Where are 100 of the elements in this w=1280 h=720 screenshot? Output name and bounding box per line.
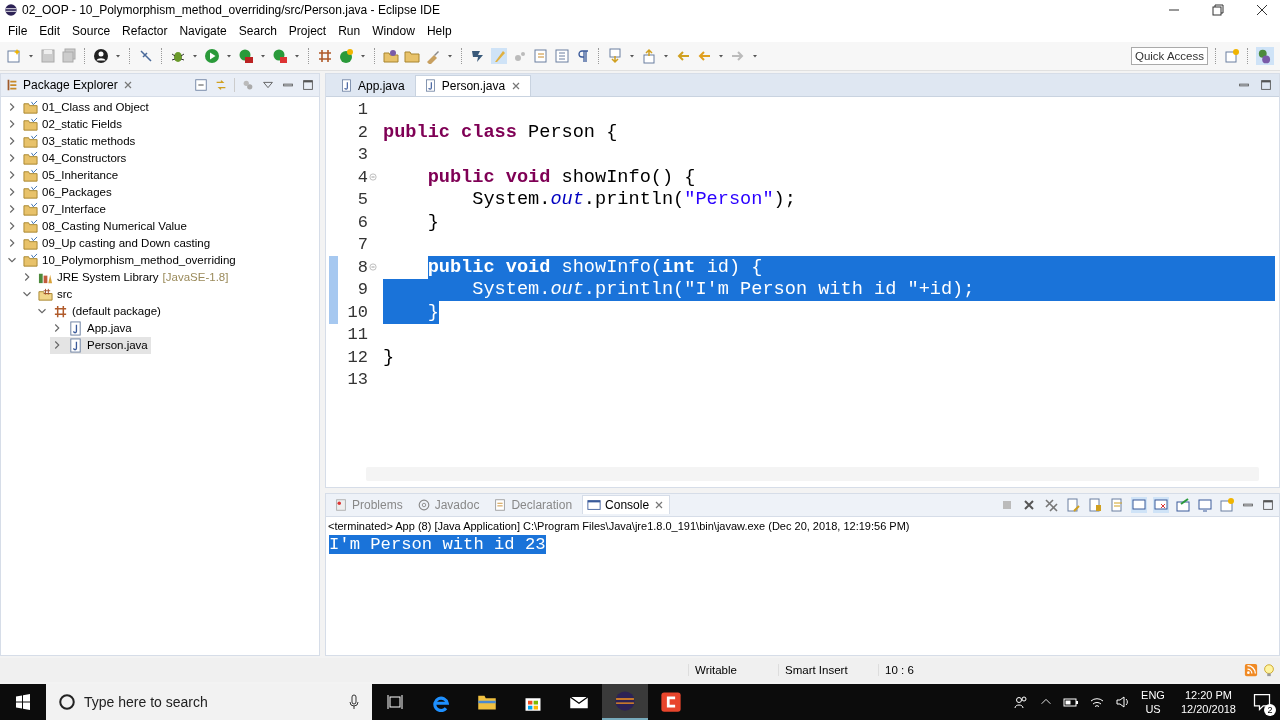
- line-number: 10: [346, 302, 368, 322]
- new-class-icon[interactable]: [338, 47, 354, 64]
- console-output: I'm Person with id 23: [329, 534, 546, 554]
- menu-item[interactable]: Search: [232, 19, 283, 42]
- clock-time[interactable]: 12:20 PM: [1184, 688, 1232, 702]
- tree-item[interactable]: 06_Packages: [5, 183, 115, 201]
- remove-all-icon[interactable]: [1043, 496, 1059, 513]
- menu-item[interactable]: Source: [66, 19, 117, 42]
- windows-logo-icon[interactable]: [15, 694, 31, 710]
- range-indicator: [329, 301, 338, 324]
- status-text: Smart Insert: [778, 664, 878, 677]
- search-field[interactable]: Type here to search: [46, 684, 372, 720]
- line-number: 12: [346, 347, 368, 367]
- project-folder-icon: [23, 133, 38, 149]
- tree-item[interactable]: App.java: [50, 319, 135, 337]
- clear-console-icon[interactable]: [1065, 496, 1081, 513]
- project-folder-icon: [23, 167, 38, 183]
- tree-item[interactable]: (default package): [35, 302, 164, 320]
- package-explorer-icon: [5, 77, 19, 92]
- tree-item[interactable]: 08_Casting Numerical Value: [5, 217, 190, 235]
- tree-item[interactable]: 02_static Fields: [5, 115, 125, 133]
- project-folder-icon: [23, 116, 38, 132]
- view-tab[interactable]: Console: [582, 495, 671, 515]
- tree-item[interactable]: src: [20, 285, 76, 303]
- range-indicator: [329, 256, 338, 279]
- code-line: public void showInfo() {: [426, 166, 697, 189]
- tree-item[interactable]: JRE System Library [JavaSE-1.8]: [20, 268, 232, 286]
- word-wrap-icon[interactable]: [1109, 496, 1125, 513]
- tree-item[interactable]: Person.java: [50, 336, 151, 354]
- package-icon: [53, 303, 68, 319]
- open-type-icon[interactable]: [383, 47, 399, 64]
- code-line: }: [382, 346, 396, 369]
- app-icon[interactable]: [660, 691, 682, 713]
- search-icon: [58, 693, 76, 711]
- code-line: System.out.println("Person");: [471, 188, 797, 212]
- show-error-icon[interactable]: [1153, 496, 1169, 513]
- language-indicator[interactable]: ENG: [1141, 688, 1165, 702]
- link-editor-icon[interactable]: [214, 77, 228, 92]
- previous-edit-icon[interactable]: [641, 47, 657, 64]
- clock-date[interactable]: 12/20/2018: [1180, 702, 1236, 716]
- menu-item[interactable]: File: [2, 19, 34, 42]
- menu-item[interactable]: Window: [366, 19, 421, 42]
- tree-item[interactable]: 01_Class and Object: [5, 98, 152, 116]
- new-package-icon[interactable]: [317, 47, 333, 64]
- pin-console-icon[interactable]: [1175, 496, 1191, 513]
- region-indicator[interactable]: US: [1145, 702, 1161, 716]
- menu-item[interactable]: Project: [282, 19, 333, 42]
- declaration-icon: [493, 497, 508, 512]
- line-number: 9: [356, 280, 368, 300]
- tree-item[interactable]: 10_Polymorphism_method_overriding: [5, 251, 239, 269]
- menu-item[interactable]: Edit: [33, 19, 67, 42]
- run-icon[interactable]: [204, 47, 220, 64]
- restore-icon[interactable]: [1210, 1, 1226, 18]
- menu-item[interactable]: Help: [420, 19, 458, 42]
- menu-item[interactable]: Navigate: [173, 19, 233, 42]
- task-view-icon[interactable]: [387, 694, 403, 710]
- line-number: 6: [356, 212, 368, 232]
- maximize-icon[interactable]: [1259, 77, 1273, 92]
- run-coverage-icon[interactable]: [238, 47, 254, 64]
- quick-access-field[interactable]: Quick Access: [1130, 46, 1208, 65]
- java-file-icon: [68, 320, 83, 336]
- code-line: public class Person {: [382, 121, 619, 144]
- maximize-icon[interactable]: [301, 77, 315, 92]
- show-output-icon[interactable]: [1131, 496, 1147, 513]
- external-tools-icon[interactable]: [272, 47, 288, 64]
- microphone-icon[interactable]: [346, 694, 362, 710]
- menu-item[interactable]: Run: [332, 19, 367, 42]
- line-number: 3: [356, 145, 368, 165]
- java-file-icon: [423, 79, 437, 93]
- line-number: 5: [356, 190, 368, 210]
- notification-icon[interactable]: [1252, 692, 1272, 712]
- menu-item[interactable]: Refactor: [116, 19, 174, 42]
- tree-item[interactable]: 04_Constructors: [5, 149, 130, 167]
- display-console-icon[interactable]: [1197, 496, 1213, 513]
- tree-item[interactable]: 07_Interface: [5, 200, 109, 218]
- status-text: 10 : 6: [878, 664, 958, 677]
- tip-bulb-icon[interactable]: [1262, 663, 1276, 678]
- editor-tab[interactable]: App.java: [332, 75, 413, 96]
- user-circle-icon[interactable]: [93, 47, 109, 64]
- java-file-icon: [68, 337, 83, 353]
- line-number: 8: [356, 257, 368, 277]
- maximize-icon[interactable]: [1261, 497, 1275, 512]
- save-all-icon[interactable]: [61, 47, 77, 64]
- console-status: <terminated> App (8) [Java Application] C:\Program Files\Java\jre1.8.0_191\bin\javaw.exe (Dec 20, 2018, 12:19:56 PM): [327, 518, 911, 534]
- tree-item[interactable]: 05_Inheritance: [5, 166, 122, 184]
- people-icon[interactable]: [1013, 694, 1030, 710]
- next-edit-icon[interactable]: [607, 47, 623, 64]
- tree-item[interactable]: 03_static methods: [5, 132, 139, 150]
- scroll-lock-icon[interactable]: [1087, 496, 1103, 513]
- tree-item[interactable]: 09_Up casting and Down casting: [5, 234, 214, 252]
- collapse-all-icon[interactable]: [194, 77, 208, 92]
- eclipse-icon[interactable]: [614, 690, 636, 712]
- status-text: Writable: [688, 664, 778, 677]
- java-perspective-icon[interactable]: [1256, 46, 1274, 65]
- project-folder-icon: [23, 201, 38, 217]
- editor-tab[interactable]: Person.java: [414, 74, 532, 96]
- pilcrow-icon[interactable]: [575, 47, 591, 64]
- rss-icon[interactable]: [1244, 663, 1258, 678]
- open-console-icon[interactable]: [1219, 496, 1235, 513]
- line-number: 4: [356, 167, 368, 187]
